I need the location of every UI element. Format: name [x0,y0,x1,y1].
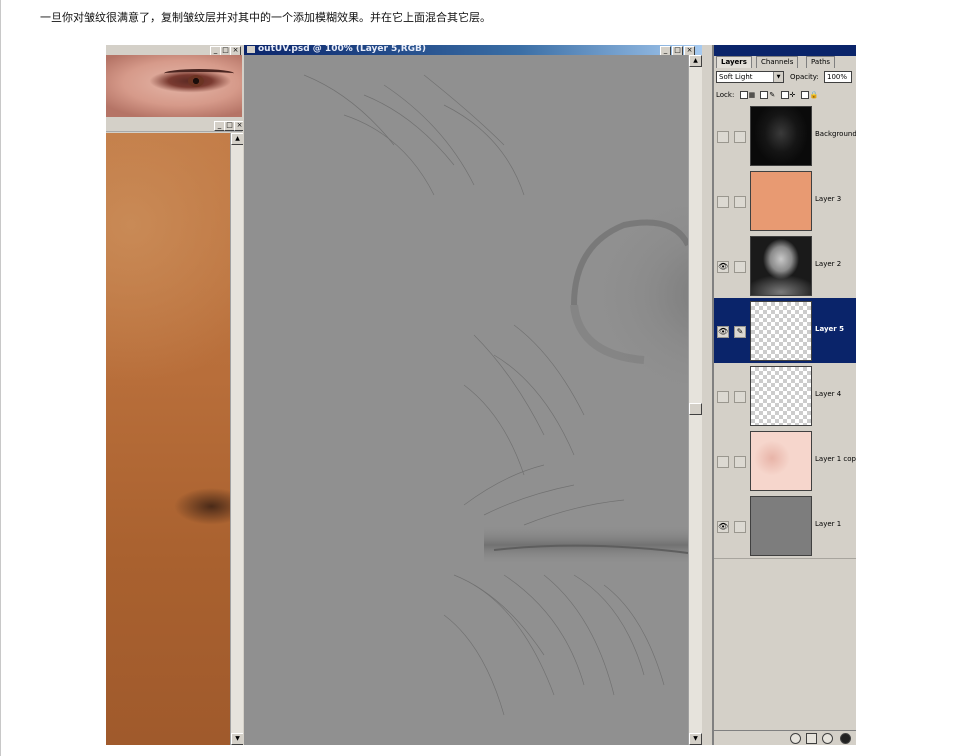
new-layer-icon[interactable] [840,733,851,744]
skin-scrollbar[interactable]: ▲ ▼ [230,133,243,745]
opacity-input[interactable]: 100% [824,71,852,83]
link-toggle[interactable] [734,391,746,403]
tab-paths[interactable]: Paths [806,56,836,68]
link-toggle[interactable] [734,456,746,468]
scroll-down-arrow-icon[interactable]: ▼ [231,733,243,745]
layer-thumbnail [750,106,812,166]
layer-name: Layer 1 copy [815,455,856,463]
palette-bottom-bar [714,730,856,745]
skin-window-titlebar[interactable]: _ □ × [106,120,243,132]
scroll-up-arrow-icon[interactable]: ▲ [231,133,243,145]
visibility-toggle[interactable] [717,456,729,468]
layer-thumbnail [750,431,812,491]
document-titlebar[interactable]: outUV.psd @ 100% (Layer 5,RGB) _ □ × [244,45,702,56]
link-toggle[interactable] [734,261,746,273]
eye-icon[interactable]: 👁 [717,326,729,338]
layer-thumbnail [750,171,812,231]
close-button[interactable]: × [234,121,243,131]
layer-list: Background Layer 3 👁 Layer 2 👁 ✎ Layer 5… [714,103,856,703]
eye-icon[interactable]: 👁 [717,521,729,533]
lock-image-checkbox[interactable] [760,91,769,99]
link-toggle[interactable] [734,521,746,533]
photoshop-screenshot: _ □ × _ □ × ▲ ▼ outUV.psd @ 100% (Layer … [106,45,856,745]
palette-titlebar[interactable] [714,45,856,56]
tab-layers[interactable]: Layers [716,56,752,68]
tab-channels[interactable]: Channels [756,56,799,68]
skin-photo [106,133,230,745]
palette-tabs: Layers Channels Paths [714,56,856,68]
skin-reference-window: _ □ × ▲ ▼ [106,117,243,745]
blend-mode-value: Soft Light [719,73,753,81]
layer-name: Layer 4 [815,390,842,398]
link-toggle[interactable] [734,196,746,208]
visibility-toggle[interactable] [717,391,729,403]
lock-label: Lock: [716,91,735,99]
eye-icon[interactable]: 👁 [717,261,729,273]
opacity-label: Opacity: [790,73,819,81]
layer-row-layer-2[interactable]: 👁 Layer 2 [714,233,856,299]
eye-reference-window: _ □ × [106,45,242,117]
document-title: outUV.psd @ 100% (Layer 5,RGB) [258,45,427,54]
lock-all-checkbox[interactable] [800,91,809,99]
lock-transparency-checkbox[interactable] [739,91,748,99]
layer-name: Layer 2 [815,260,842,268]
layer-name: Layer 5 [815,325,845,333]
blend-mode-select[interactable]: Soft Light ▼ [716,71,784,83]
layer-thumbnail [750,366,812,426]
layer-row-layer-4[interactable]: Layer 4 [714,363,856,429]
layer-thumbnail [750,301,812,361]
brush-icon[interactable]: ✎ [734,326,746,338]
visibility-toggle[interactable] [717,196,729,208]
layer-thumbnail [750,496,812,556]
layer-style-icon[interactable] [790,733,801,744]
scroll-up-arrow-icon[interactable]: ▲ [689,55,702,67]
layer-row-layer-5[interactable]: 👁 ✎ Layer 5 [714,298,856,364]
scroll-thumb[interactable] [689,403,702,415]
adjustment-icon[interactable] [822,733,833,744]
layer-row-layer-1-copy[interactable]: Layer 1 copy [714,428,856,494]
page-edge [0,0,1,756]
wrinkle-canvas-art [244,55,688,745]
layer-thumbnail [750,236,812,296]
document-scrollbar[interactable]: ▲ ▼ [688,55,702,745]
chevron-down-icon: ▼ [773,72,783,82]
document-icon [247,46,255,53]
lock-position-checkbox[interactable] [780,91,789,99]
mask-icon[interactable] [806,733,817,744]
document-window: outUV.psd @ 100% (Layer 5,RGB) _ □ × ▲ ▼ [244,45,702,745]
layer-name: Layer 1 [815,520,842,528]
lock-row: Lock: ▦ ✎ ✛ 🔒 [716,91,819,99]
layer-row-layer-1[interactable]: 👁 Layer 1 [714,493,856,559]
iris-shape [188,75,204,87]
layer-row-layer-3[interactable]: Layer 3 [714,168,856,234]
scroll-down-arrow-icon[interactable]: ▼ [689,733,702,745]
visibility-toggle[interactable] [717,131,729,143]
link-toggle[interactable] [734,131,746,143]
eye-photo [106,55,242,117]
blend-opacity-row: Soft Light ▼ Opacity: 100% [716,71,856,83]
instruction-caption: 一旦你对皱纹很满意了，复制皱纹层并对其中的一个添加模糊效果。并在它上面混合其它层… [40,11,491,24]
layer-name: Layer 3 [815,195,842,203]
layer-row-background[interactable]: Background [714,103,856,169]
layer-name: Background [815,130,856,138]
layers-palette: Layers Channels Paths Soft Light ▼ Opaci… [712,45,856,745]
document-canvas[interactable] [244,55,688,745]
